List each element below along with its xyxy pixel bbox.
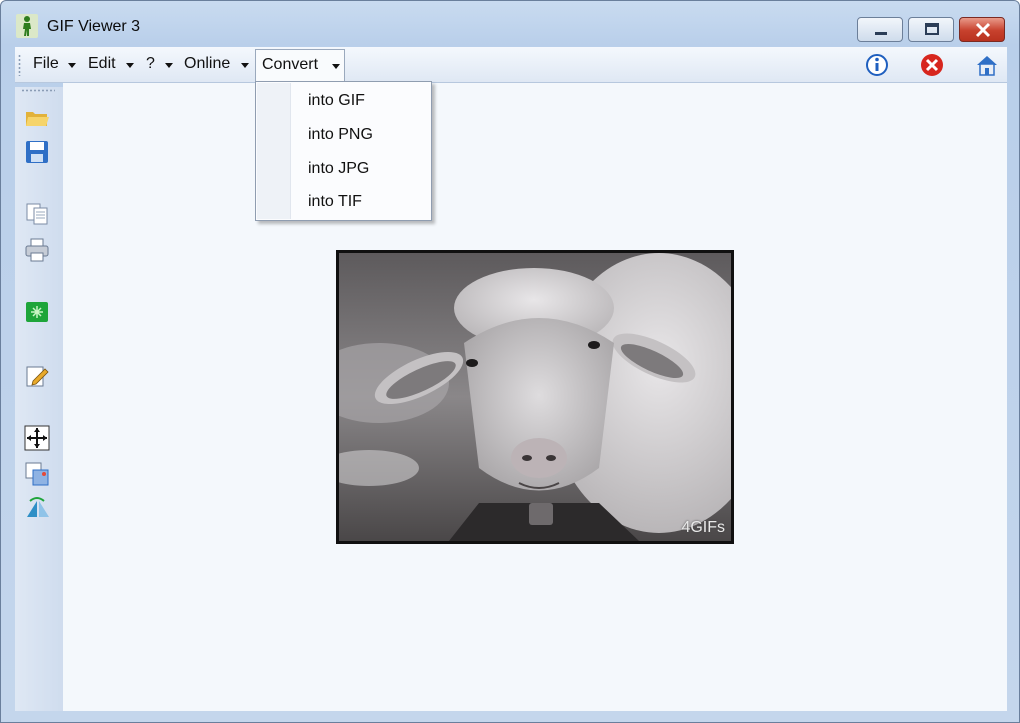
left-toolbar [15,87,63,711]
chevron-down-icon [68,63,76,68]
image-watermark: 4GIFs [681,519,725,536]
menu-online[interactable]: Online [184,55,230,73]
menu-convert[interactable]: Convert [255,49,345,83]
menu-item-into-tif[interactable]: into TIF [308,193,362,211]
gif-image: 4GIFs [336,250,734,544]
move-icon[interactable] [24,425,50,451]
menu-item-into-png[interactable]: into PNG [308,126,373,144]
chevron-down-icon [332,64,340,69]
restore-icon [925,23,939,35]
chevron-down-icon [241,63,249,68]
menubar-grip[interactable] [18,54,21,76]
resize-icon[interactable] [24,299,50,325]
menu-edit[interactable]: Edit [88,55,116,73]
open-folder-icon[interactable] [24,105,50,131]
status-bar [15,711,1007,722]
menu-item-into-gif[interactable]: into GIF [308,92,365,110]
chevron-down-icon [165,63,173,68]
save-icon[interactable] [24,139,50,165]
menu-help[interactable]: ? [146,55,155,73]
title-bar[interactable]: GIF Viewer 3 [1,1,1019,45]
chevron-down-icon [126,63,134,68]
app-icon [16,14,38,38]
close-icon [975,22,991,38]
close-button[interactable] [959,17,1005,42]
maximize-button[interactable] [908,17,954,42]
copy-icon[interactable] [24,201,50,227]
sheep-gif [339,253,731,541]
print-icon[interactable] [24,237,50,263]
home-icon[interactable] [975,53,999,77]
window-title: GIF Viewer 3 [47,18,141,35]
edit-icon[interactable] [24,363,50,389]
menu-convert-label: Convert [262,56,319,73]
minimize-button[interactable] [857,17,903,42]
menu-bar: File Edit ? Online Convert [15,47,1007,83]
menu-gutter [257,83,291,219]
menu-item-into-jpg[interactable]: into JPG [308,160,369,178]
minimize-icon [875,32,887,35]
menu-file[interactable]: File [33,55,59,73]
exit-icon[interactable] [920,53,944,77]
convert-dropdown-menu: into GIF into PNG into JPG into TIF [255,81,432,221]
flip-icon[interactable] [24,495,50,521]
toolbar-grip[interactable] [21,89,55,92]
info-icon[interactable] [865,53,889,77]
convert-image-icon[interactable] [24,461,50,487]
